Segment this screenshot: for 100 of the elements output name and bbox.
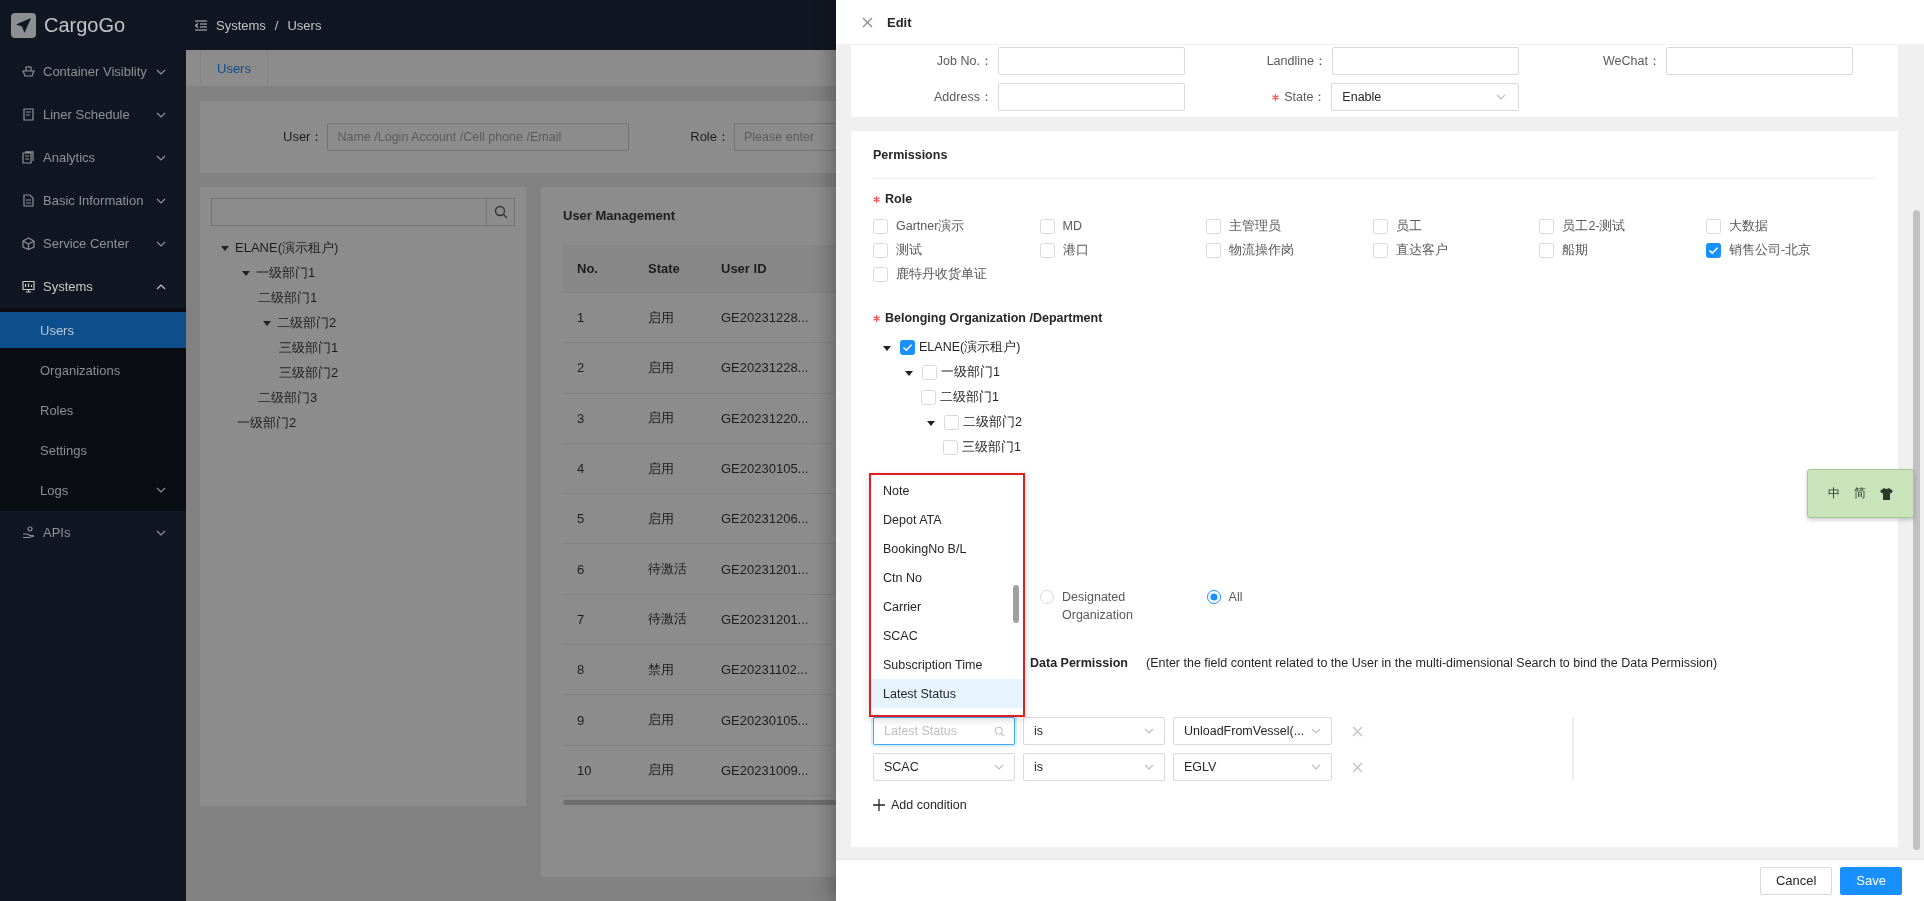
checkbox-label: 船期 (1562, 241, 1589, 259)
filter-label: Role： (690, 128, 730, 146)
search-select-field[interactable]: Latest Status (873, 717, 1015, 745)
section-label: Belonging Organization /Department (885, 311, 1103, 325)
select-field[interactable]: Enable (1331, 83, 1519, 111)
table-cell-text: GE20231228... (720, 360, 810, 376)
tree-node[interactable]: 二级部门3 (258, 388, 318, 407)
section-title: Permissions (873, 131, 1876, 179)
table-cell-text: 5 (576, 511, 586, 527)
table-cell-text: GE20231201... (720, 611, 810, 627)
sidebar-item[interactable]: Container Visiblity (0, 50, 186, 93)
drawer-title: Edit (887, 14, 912, 30)
column-header: No. (576, 261, 599, 276)
tree-node[interactable]: 一级部门1 (256, 263, 316, 282)
select-field[interactable]: is (1023, 753, 1165, 781)
submenu-item[interactable]: Organizations (0, 352, 186, 388)
tree-node[interactable]: 二级部门2 (277, 313, 337, 332)
checkbox-label: 物流操作岗 (1229, 241, 1295, 259)
table-cell-text: GE20231228... (720, 310, 810, 326)
table-cell-text: GE20230105... (720, 461, 810, 477)
table-cell-text: 4 (576, 461, 586, 477)
submenu-item[interactable]: Logs (0, 472, 186, 508)
table-cell-text: 7 (576, 611, 586, 627)
select-field[interactable]: is (1023, 717, 1165, 745)
dropdown-item[interactable]: BookingNo B/L (871, 534, 1023, 563)
radio-label: Designated Organization (1062, 589, 1134, 624)
table-cell-text: 禁用 (647, 660, 675, 679)
field-label: Job No.： (936, 52, 993, 70)
sidebar-item[interactable]: Liner Schedule (0, 93, 186, 136)
table-cell-text: 启用 (647, 358, 675, 377)
sidebar-item[interactable]: Service Center (0, 222, 186, 265)
table-cell-text: 启用 (647, 711, 675, 729)
radio-label: All (1228, 589, 1244, 606)
tree-node[interactable]: 一级部门2 (237, 413, 297, 432)
checkbox-label: MD (1062, 219, 1083, 233)
submenu-item[interactable]: Users (0, 312, 186, 348)
dropdown-item[interactable]: Depot ATA (871, 505, 1023, 534)
dropdown-item[interactable]: Subscription Time (871, 650, 1023, 679)
tree-node[interactable]: 二级部门2 (963, 414, 1022, 431)
field-label: WeChat： (1602, 52, 1661, 70)
field-label: Address： (934, 88, 993, 106)
checkbox-label: 港口 (1062, 241, 1089, 259)
table-cell-text: 待激活 (647, 610, 688, 629)
dropdown-item[interactable]: Carrier (871, 592, 1023, 621)
tree-node[interactable]: ELANE(演示租户) (919, 339, 1021, 356)
brand-name: CargoGo (44, 13, 126, 37)
dropdown-item[interactable]: Note (871, 476, 1023, 505)
ime-button[interactable]: 简 (1854, 485, 1866, 502)
table-cell-text: GE20231201... (720, 561, 810, 577)
table-cell-text: 启用 (647, 409, 675, 428)
tree-node[interactable]: 一级部门1 (941, 364, 1000, 381)
select-field[interactable]: UnloadFromVessel(... (1173, 717, 1332, 745)
table-cell-text: 8 (576, 662, 586, 678)
dropdown-item[interactable]: Ctn No (871, 563, 1023, 592)
tree-node[interactable]: ELANE(演示租户) (235, 238, 339, 257)
tree-node[interactable]: 三级部门2 (279, 363, 339, 382)
tree-node[interactable]: 二级部门1 (940, 389, 999, 406)
submenu-item[interactable]: Settings (0, 432, 186, 468)
table-cell-text: 1 (576, 310, 586, 326)
checkbox-label: 员工 (1395, 217, 1422, 235)
checkbox-label: 销售公司-北京 (1728, 241, 1812, 259)
field-label: State： (1284, 88, 1327, 106)
select-field[interactable]: SCAC (873, 753, 1015, 781)
table-cell-text: 2 (576, 360, 586, 376)
table-cell-text: 启用 (647, 459, 675, 478)
table-cell-text: 待激活 (647, 560, 688, 579)
table-cell-text: 9 (576, 712, 586, 728)
add-condition-button[interactable]: Add condition (873, 797, 967, 813)
submenu-item[interactable]: Roles (0, 392, 186, 428)
filter-label: User： (283, 128, 324, 146)
table-cell-text: 3 (576, 410, 586, 426)
section-label: Data Permission (1030, 656, 1128, 670)
secondary-button[interactable]: Cancel (1759, 866, 1833, 895)
table-cell-text: GE20230105... (720, 712, 810, 728)
dropdown-item[interactable]: Latest Status (871, 679, 1023, 708)
table-cell-text: 启用 (647, 761, 675, 780)
checkbox-label: 员工2-测试 (1562, 217, 1626, 235)
table-title: User Management (563, 208, 676, 224)
breadcrumb-item[interactable]: Users (287, 17, 322, 33)
table-cell-text: GE20231009... (720, 762, 810, 778)
table-cell-text: GE20231220... (720, 410, 810, 426)
dropdown-item[interactable]: SCAC (871, 621, 1023, 650)
table-cell-text: 6 (576, 561, 586, 577)
column-header: User ID (720, 261, 768, 276)
sidebar-item[interactable]: APIs (0, 511, 186, 554)
sidebar-item[interactable]: Basic Information (0, 179, 186, 222)
breadcrumb-item[interactable]: Systems (216, 17, 266, 33)
sidebar-item[interactable]: Systems (0, 265, 186, 308)
field-label: Landline： (1266, 52, 1327, 70)
ime-button[interactable]: 中 (1828, 485, 1840, 502)
tree-node[interactable]: 三级部门1 (279, 338, 339, 357)
column-header: State (647, 261, 681, 276)
tree-node[interactable]: 三级部门1 (962, 439, 1021, 456)
checkbox-label: 大数据 (1728, 217, 1768, 235)
sidebar-item[interactable]: Analytics (0, 136, 186, 179)
checkbox-label: 鹿特丹收货单证 (896, 265, 987, 283)
select-field[interactable]: EGLV (1173, 753, 1332, 781)
tree-node[interactable]: 二级部门1 (258, 288, 318, 307)
table-cell-text: GE20231102... (720, 662, 809, 678)
checkbox-label: Gartner演示 (896, 217, 965, 235)
